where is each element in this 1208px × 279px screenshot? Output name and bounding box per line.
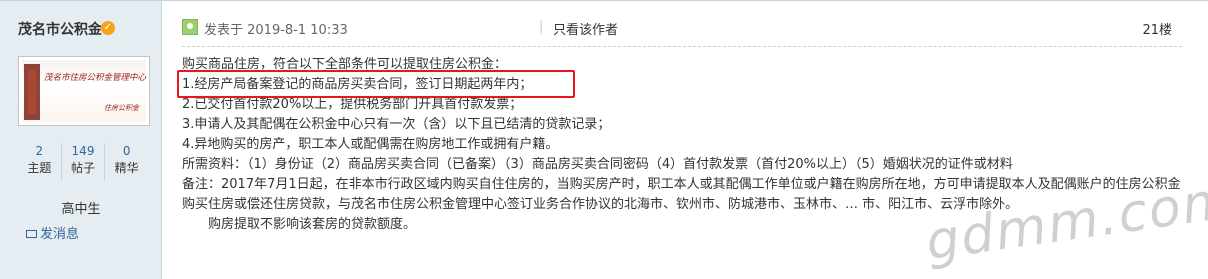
send-message-link[interactable]: 发消息 bbox=[26, 223, 79, 242]
online-status-icon bbox=[182, 19, 198, 35]
header-separator: | bbox=[539, 19, 544, 34]
envelope-icon bbox=[26, 230, 37, 238]
highlight-box bbox=[177, 70, 575, 98]
avatar-subtext: 住房公积金 bbox=[104, 104, 140, 112]
avatar[interactable]: 茂名市住房公积金管理中心 住房公积金 bbox=[18, 56, 150, 126]
post-timestamp: 发表于 2019-8-1 10:33 bbox=[204, 23, 348, 38]
avatar-image: 茂名市住房公积金管理中心 住房公积金 bbox=[22, 60, 146, 122]
author-stats: 2 主题 149 帖子 0 精华 bbox=[18, 143, 148, 181]
verified-badge-icon: ✓ bbox=[101, 21, 115, 35]
content-line: 3.申请人及其配偶在公积金中心只有一次（含）以下且已结清的贷款记录； bbox=[182, 117, 611, 132]
stat-posts[interactable]: 149 帖子 bbox=[62, 143, 106, 181]
avatar-text: 茂名市住房公积金管理中心 bbox=[44, 72, 146, 83]
stat-digest[interactable]: 0 精华 bbox=[105, 143, 148, 181]
author-panel: 茂名市公积金 ✓ 茂名市住房公积金管理中心 住房公积金 2 主题 149 帖子 bbox=[0, 1, 162, 279]
stat-topics[interactable]: 2 主题 bbox=[18, 143, 62, 181]
forum-post: 茂名市公积金 ✓ 茂名市住房公积金管理中心 住房公积金 2 主题 149 帖子 bbox=[0, 0, 1208, 279]
floor-number[interactable]: 21楼 bbox=[1142, 19, 1172, 38]
only-author-link[interactable]: 只看该作者 bbox=[553, 19, 618, 38]
content-line: 2.已交付首付款20%以上，提供税务部门开具首付款发票； bbox=[182, 97, 523, 112]
avatar-graphic: 茂名市住房公积金管理中心 住房公积金 bbox=[24, 64, 146, 120]
author-name[interactable]: 茂名市公积金 bbox=[18, 19, 102, 39]
content-line: 所需资料：（1）身份证（2）商品房买卖合同（已备案）（3）商品房买卖合同密码（4… bbox=[182, 157, 1013, 172]
header-divider bbox=[182, 46, 1182, 47]
content-line: 4.异地购买的房产，职工本人或配偶需在购房地工作或拥有户籍。 bbox=[182, 137, 559, 152]
post-header: 发表于 2019-8-1 10:33 | 只看该作者 21楼 bbox=[182, 19, 1182, 38]
author-rank[interactable]: 高中生 bbox=[0, 198, 162, 217]
